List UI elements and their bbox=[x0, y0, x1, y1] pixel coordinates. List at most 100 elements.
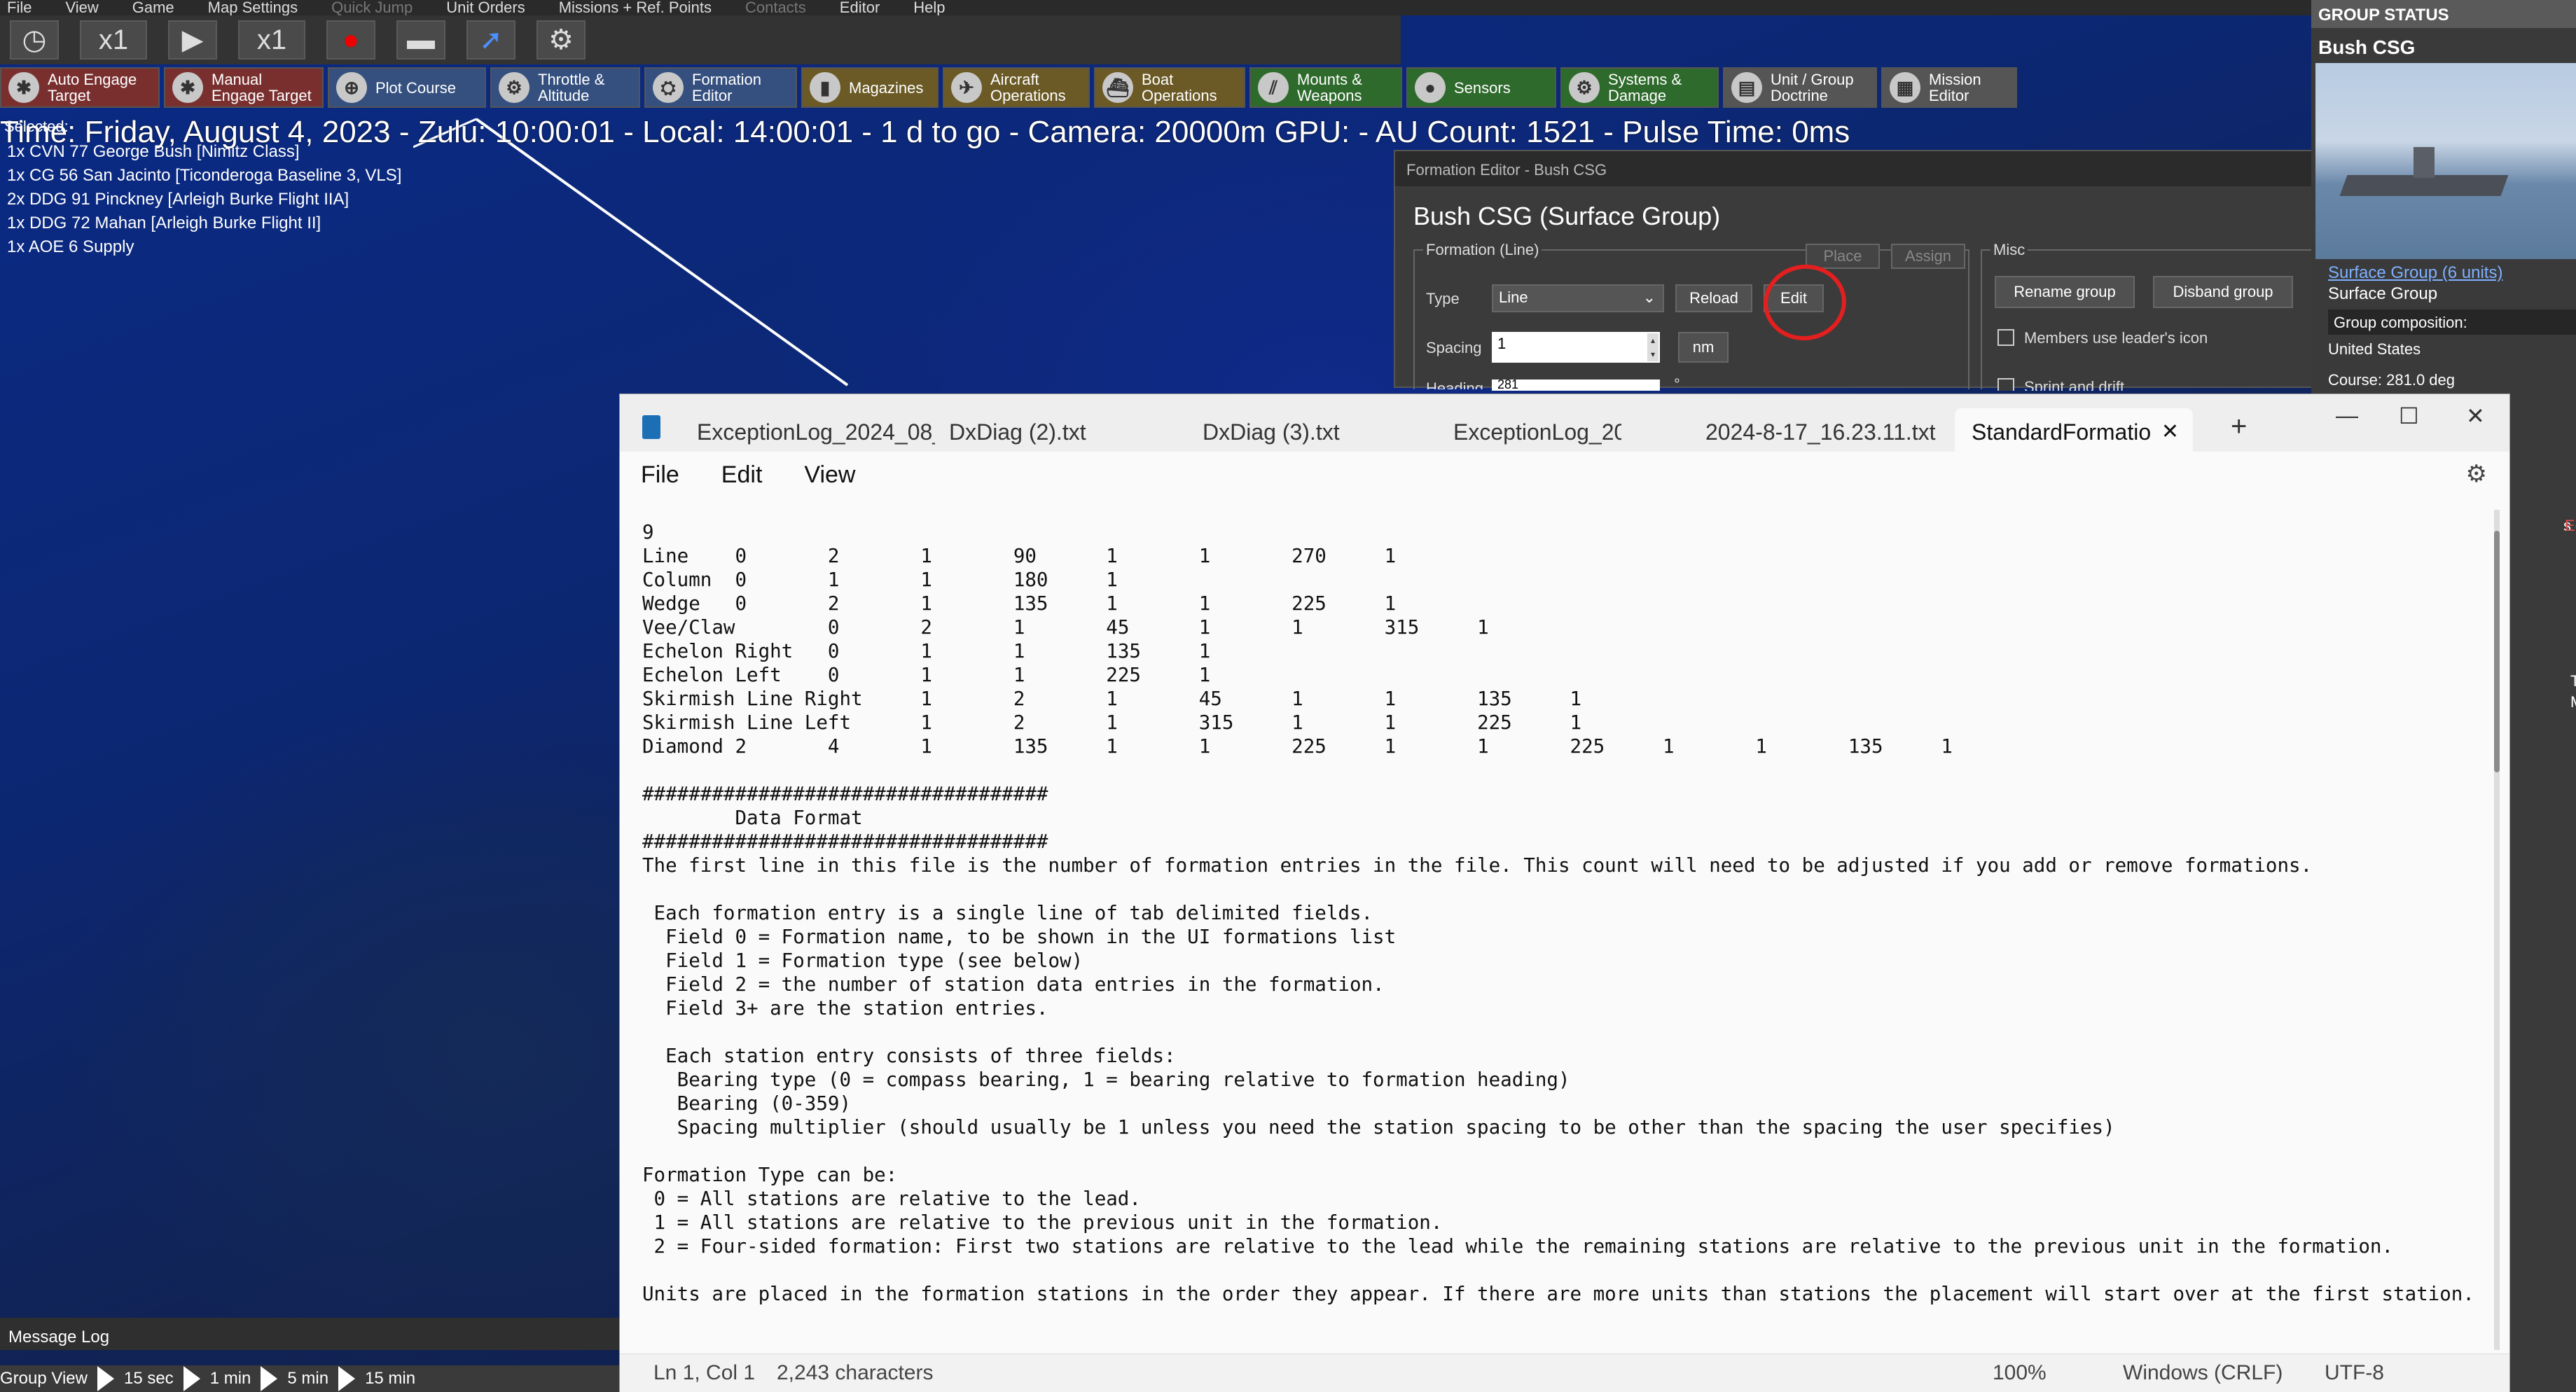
menu-item-editor[interactable]: Editor bbox=[840, 0, 880, 15]
formation-editor-window: Formation Editor - Bush CSG × Bush CSG (… bbox=[1394, 150, 2332, 393]
menu-item-contacts[interactable]: Contacts bbox=[745, 0, 806, 15]
composition-row[interactable]: Group composition: bbox=[2328, 309, 2576, 335]
toolbar-button-boat-operations[interactable]: ⛴ Boat Operations bbox=[1094, 67, 1245, 108]
speed-x1-step-button[interactable]: x1 bbox=[238, 20, 305, 60]
toolbar-button-formation-editor[interactable]: ⛭ Formation Editor bbox=[644, 67, 797, 108]
play-step-icon[interactable] bbox=[183, 1366, 200, 1391]
notepad-statusbar: Ln 1, Col 1 2,243 characters 100% Window… bbox=[620, 1353, 2509, 1392]
play-step-icon[interactable] bbox=[97, 1366, 114, 1391]
play-step-icon[interactable] bbox=[261, 1366, 278, 1391]
spacing-input[interactable]: 1 bbox=[1492, 332, 1660, 363]
unit-list-item[interactable]: 1x CG 56 San Jacinto [Ticonderoga Baseli… bbox=[7, 164, 401, 188]
tab-4[interactable]: ExceptionLog_2024_08_ bbox=[1453, 408, 1621, 452]
text-editor[interactable]: 9 Line 0 2 1 90 1 1 270 1 Column 0 1 1 1… bbox=[642, 520, 2477, 1318]
tab-1[interactable]: ExceptionLog_2024_08_ bbox=[697, 408, 935, 452]
unit-list-item[interactable]: 1x CVN 77 George Bush [Nimitz Class] bbox=[7, 140, 401, 164]
toolbar-button-throttle-altitude[interactable]: ⚙ Throttle & Altitude bbox=[490, 67, 640, 108]
toolbar-label: Auto Engage Target bbox=[48, 71, 137, 104]
toolbar-button-unit-group-doctrine[interactable]: ▤ Unit / Group Doctrine bbox=[1723, 67, 1877, 108]
unit-list-item[interactable]: 2x DDG 91 Pinckney [Arleigh Burke Flight… bbox=[7, 188, 401, 211]
tab-close-icon[interactable]: ✕ bbox=[2161, 419, 2179, 444]
time-step-label[interactable]: 1 min bbox=[210, 1369, 251, 1388]
record-icon[interactable]: ● bbox=[326, 20, 375, 60]
toolbar-icon: ▤ bbox=[1731, 72, 1762, 103]
speed-label: x1 bbox=[256, 24, 287, 55]
reload-button[interactable]: Reload bbox=[1675, 284, 1752, 312]
group-name: Bush CSG bbox=[2318, 36, 2416, 58]
menu-item-missions-ref-points[interactable]: Missions + Ref. Points bbox=[559, 0, 712, 15]
tab-3[interactable]: DxDiag (3).txt bbox=[1203, 408, 1455, 452]
encoding[interactable]: UTF-8 bbox=[2325, 1361, 2384, 1385]
selected-unit-list: 1x CVN 77 George Bush [Nimitz Class] 1x C… bbox=[7, 140, 401, 259]
toolbar-button-aircraft-operations[interactable]: ✈ Aircraft Operations bbox=[943, 67, 1090, 108]
disband-group-button[interactable]: Disband group bbox=[2153, 276, 2293, 308]
notepad-window: ExceptionLog_2024_08_ DxDiag (2).txt DxDia… bbox=[619, 394, 2510, 1392]
scrollbar-thumb[interactable] bbox=[2494, 531, 2500, 772]
unit-list-item[interactable]: 1x DDG 72 Mahan [Arleigh Burke Flight II… bbox=[7, 211, 401, 235]
ship-view-icon[interactable]: ▬ bbox=[396, 20, 445, 60]
time-step-label[interactable]: 15 sec bbox=[124, 1369, 174, 1388]
settings-gear-icon[interactable]: ⚙ bbox=[2466, 460, 2487, 488]
group-view-label[interactable]: Group View bbox=[0, 1369, 88, 1388]
line-ending[interactable]: Windows (CRLF) bbox=[2123, 1361, 2283, 1385]
minimize-icon[interactable]: — bbox=[2336, 403, 2358, 429]
formation-legend: Formation (Line) bbox=[1423, 241, 1542, 259]
menu-item-file[interactable]: File bbox=[7, 0, 32, 15]
toolbar-icon: ⛴ bbox=[1102, 72, 1133, 103]
toolbar-label: Sensors bbox=[1454, 78, 1511, 97]
time-step-label[interactable]: 5 min bbox=[287, 1369, 328, 1388]
zoom-level[interactable]: 100% bbox=[1993, 1361, 2047, 1385]
group-units-link[interactable]: Surface Group (6 units) bbox=[2328, 263, 2502, 283]
type-select[interactable]: Line ⌄ bbox=[1492, 284, 1664, 312]
composition-label: Group composition: bbox=[2334, 314, 2467, 331]
close-window-icon[interactable]: ✕ bbox=[2466, 403, 2485, 429]
unit-nm-button[interactable]: nm bbox=[1678, 332, 1729, 363]
tab-label: StandardFormatio bbox=[1972, 419, 2152, 445]
course-text: Course: 281.0 deg bbox=[2328, 371, 2456, 389]
menu-edit[interactable]: Edit bbox=[721, 461, 763, 488]
rename-group-button[interactable]: Rename group bbox=[1995, 276, 2135, 308]
jump-icon[interactable]: ➚ bbox=[466, 20, 515, 60]
message-log-button[interactable]: Message Log bbox=[0, 1318, 620, 1350]
toolbar-button-sensors[interactable]: ● Sensors bbox=[1406, 67, 1556, 108]
menu-view[interactable]: View bbox=[804, 461, 855, 488]
menu-item-view[interactable]: View bbox=[65, 0, 98, 15]
place-button[interactable]: Place bbox=[1806, 244, 1880, 269]
new-tab-button[interactable]: + bbox=[2231, 411, 2247, 443]
toolbar-label: Mission Editor bbox=[1929, 71, 1981, 104]
menu-item-map-settings[interactable]: Map Settings bbox=[208, 0, 298, 15]
toolbar-icon: ▮ bbox=[810, 72, 840, 103]
tab-2[interactable]: DxDiag (2).txt bbox=[949, 408, 1201, 452]
menu-item-help[interactable]: Help bbox=[913, 0, 945, 15]
toolbar-button-plot-course[interactable]: ⊕ Plot Course bbox=[328, 67, 486, 108]
type-label: Type bbox=[1426, 290, 1460, 307]
toolbar-button-magazines[interactable]: ▮ Magazines bbox=[801, 67, 939, 108]
time-step-label[interactable]: 15 min bbox=[365, 1369, 415, 1388]
unit-list-item[interactable]: 1x AOE 6 Supply bbox=[7, 235, 401, 259]
leader-icon-checkbox[interactable] bbox=[1997, 329, 2014, 346]
speed-x1-button[interactable]: x1 bbox=[80, 20, 147, 60]
toolbar-button-manual-engage-target[interactable]: ✱ Manual Engage Target bbox=[164, 67, 324, 108]
spacing-label: Spacing bbox=[1426, 339, 1482, 356]
clock-icon[interactable]: ◷ bbox=[10, 20, 59, 60]
menu-item-game[interactable]: Game bbox=[132, 0, 174, 15]
menu-item-unit-orders[interactable]: Unit Orders bbox=[446, 0, 525, 15]
play-icon[interactable]: ▶ bbox=[168, 20, 217, 60]
assign-button[interactable]: Assign bbox=[1891, 244, 1965, 269]
toolbar-button-systems-damage[interactable]: ⚙ Systems & Damage bbox=[1560, 67, 1719, 108]
toolbar-button-auto-engage-target[interactable]: ✱ Auto Engage Target bbox=[0, 67, 160, 108]
toolbar-button-mounts-weapons[interactable]: ⫽ Mounts & Weapons bbox=[1249, 67, 1402, 108]
menu-item-quick-jump[interactable]: Quick Jump bbox=[331, 0, 413, 15]
spacing-stepper[interactable]: ▴ ▾ bbox=[1647, 333, 1659, 361]
toolbar-button-mission-editor[interactable]: ▦ Mission Editor bbox=[1881, 67, 2017, 108]
heading-unit: ° bbox=[1674, 375, 1680, 393]
heading-input[interactable]: 281 bbox=[1492, 380, 1660, 391]
tab-6[interactable]: StandardFormatio ✕ bbox=[1955, 408, 2193, 452]
sprint-drift-checkbox[interactable] bbox=[1997, 378, 2014, 391]
maximize-icon[interactable]: ☐ bbox=[2399, 403, 2419, 429]
toolbar-icon: ✈ bbox=[951, 72, 982, 103]
panel-fragment: Edi bbox=[2565, 517, 2576, 534]
play-step-icon[interactable] bbox=[338, 1366, 356, 1391]
menu-file[interactable]: File bbox=[641, 461, 679, 488]
gear-icon[interactable]: ⚙ bbox=[536, 20, 586, 60]
